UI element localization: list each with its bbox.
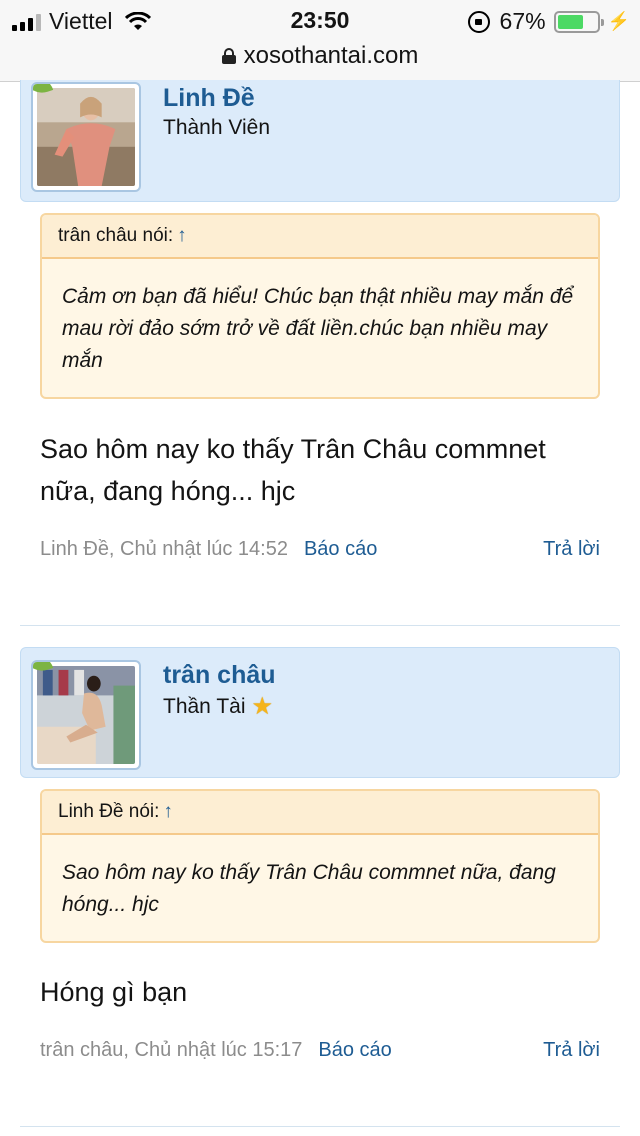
post-meta: trân châu, Chủ nhật lúc 15:17 Báo cáo Trả… (40, 1039, 600, 1062)
username[interactable]: Linh Đề (163, 84, 255, 113)
avatar-photo (37, 88, 135, 186)
reply-link[interactable]: Trả lời (543, 538, 600, 561)
quote-jump-arrow-icon[interactable]: ↑ (163, 801, 173, 822)
quote-header: Linh Đề nói: ↑ (42, 791, 598, 835)
reply-link[interactable]: Trả lời (543, 1039, 600, 1062)
url-display[interactable]: xosothantai.com (221, 42, 419, 70)
padlock-icon (221, 48, 236, 64)
address-bar[interactable]: xosothantai.com (0, 40, 640, 82)
quote-text: Cảm ơn bạn đã hiểu! Chúc bạn thật nhiều … (62, 285, 574, 372)
quote-author: Linh Đề nói: (58, 801, 160, 822)
status-right: 67% ⚡ (467, 8, 630, 35)
user-role: Thần Tài ★ (163, 695, 273, 719)
user-info-bar: Linh Đề Thành Viên (20, 80, 620, 202)
report-link[interactable]: Báo cáo (304, 538, 377, 560)
avatar-photo (37, 666, 135, 764)
url-text: xosothantai.com (243, 42, 419, 69)
charging-bolt-icon: ⚡ (607, 11, 630, 31)
post-divider (20, 1126, 620, 1127)
post-author-time[interactable]: Linh Đề, Chủ nhật lúc 14:52 (40, 538, 288, 560)
star-icon: ★ (251, 693, 274, 720)
avatar[interactable] (31, 82, 141, 192)
quote-jump-arrow-icon[interactable]: ↑ (177, 225, 187, 246)
user-role-label: Thành Viên (163, 116, 271, 139)
username[interactable]: trân châu (163, 661, 276, 690)
user-role: Thành Viên (163, 116, 270, 140)
quote-block: trân châu nói: ↑ Cảm ơn bạn đã hiểu! Chúc… (40, 213, 600, 399)
quote-header: trân châu nói: ↑ (42, 215, 598, 259)
post-message: Sao hôm nay ko thấy Trân Châu commnet nữ… (40, 434, 546, 506)
post-divider (20, 625, 620, 626)
status-bar: Viettel 23:50 67% ⚡ (0, 0, 640, 40)
user-info-bar: trân châu Thần Tài ★ (20, 647, 620, 778)
post-meta: Linh Đề, Chủ nhật lúc 14:52 Báo cáo Trả l… (40, 538, 600, 561)
battery-percent: 67% (499, 8, 546, 34)
avatar[interactable] (31, 660, 141, 770)
rotation-lock-icon (467, 10, 490, 33)
user-role-label: Thần Tài (163, 695, 246, 718)
battery-icon (553, 10, 604, 33)
quote-author: trân châu nói: (58, 225, 174, 246)
quote-text: Sao hôm nay ko thấy Trân Châu commnet nữ… (62, 861, 556, 916)
post-author-time[interactable]: trân châu, Chủ nhật lúc 15:17 (40, 1039, 302, 1061)
post-message: Hóng gì bạn (40, 977, 188, 1007)
quote-block: Linh Đề nói: ↑ Sao hôm nay ko thấy Trân C… (40, 789, 600, 943)
report-link[interactable]: Báo cáo (318, 1039, 391, 1061)
